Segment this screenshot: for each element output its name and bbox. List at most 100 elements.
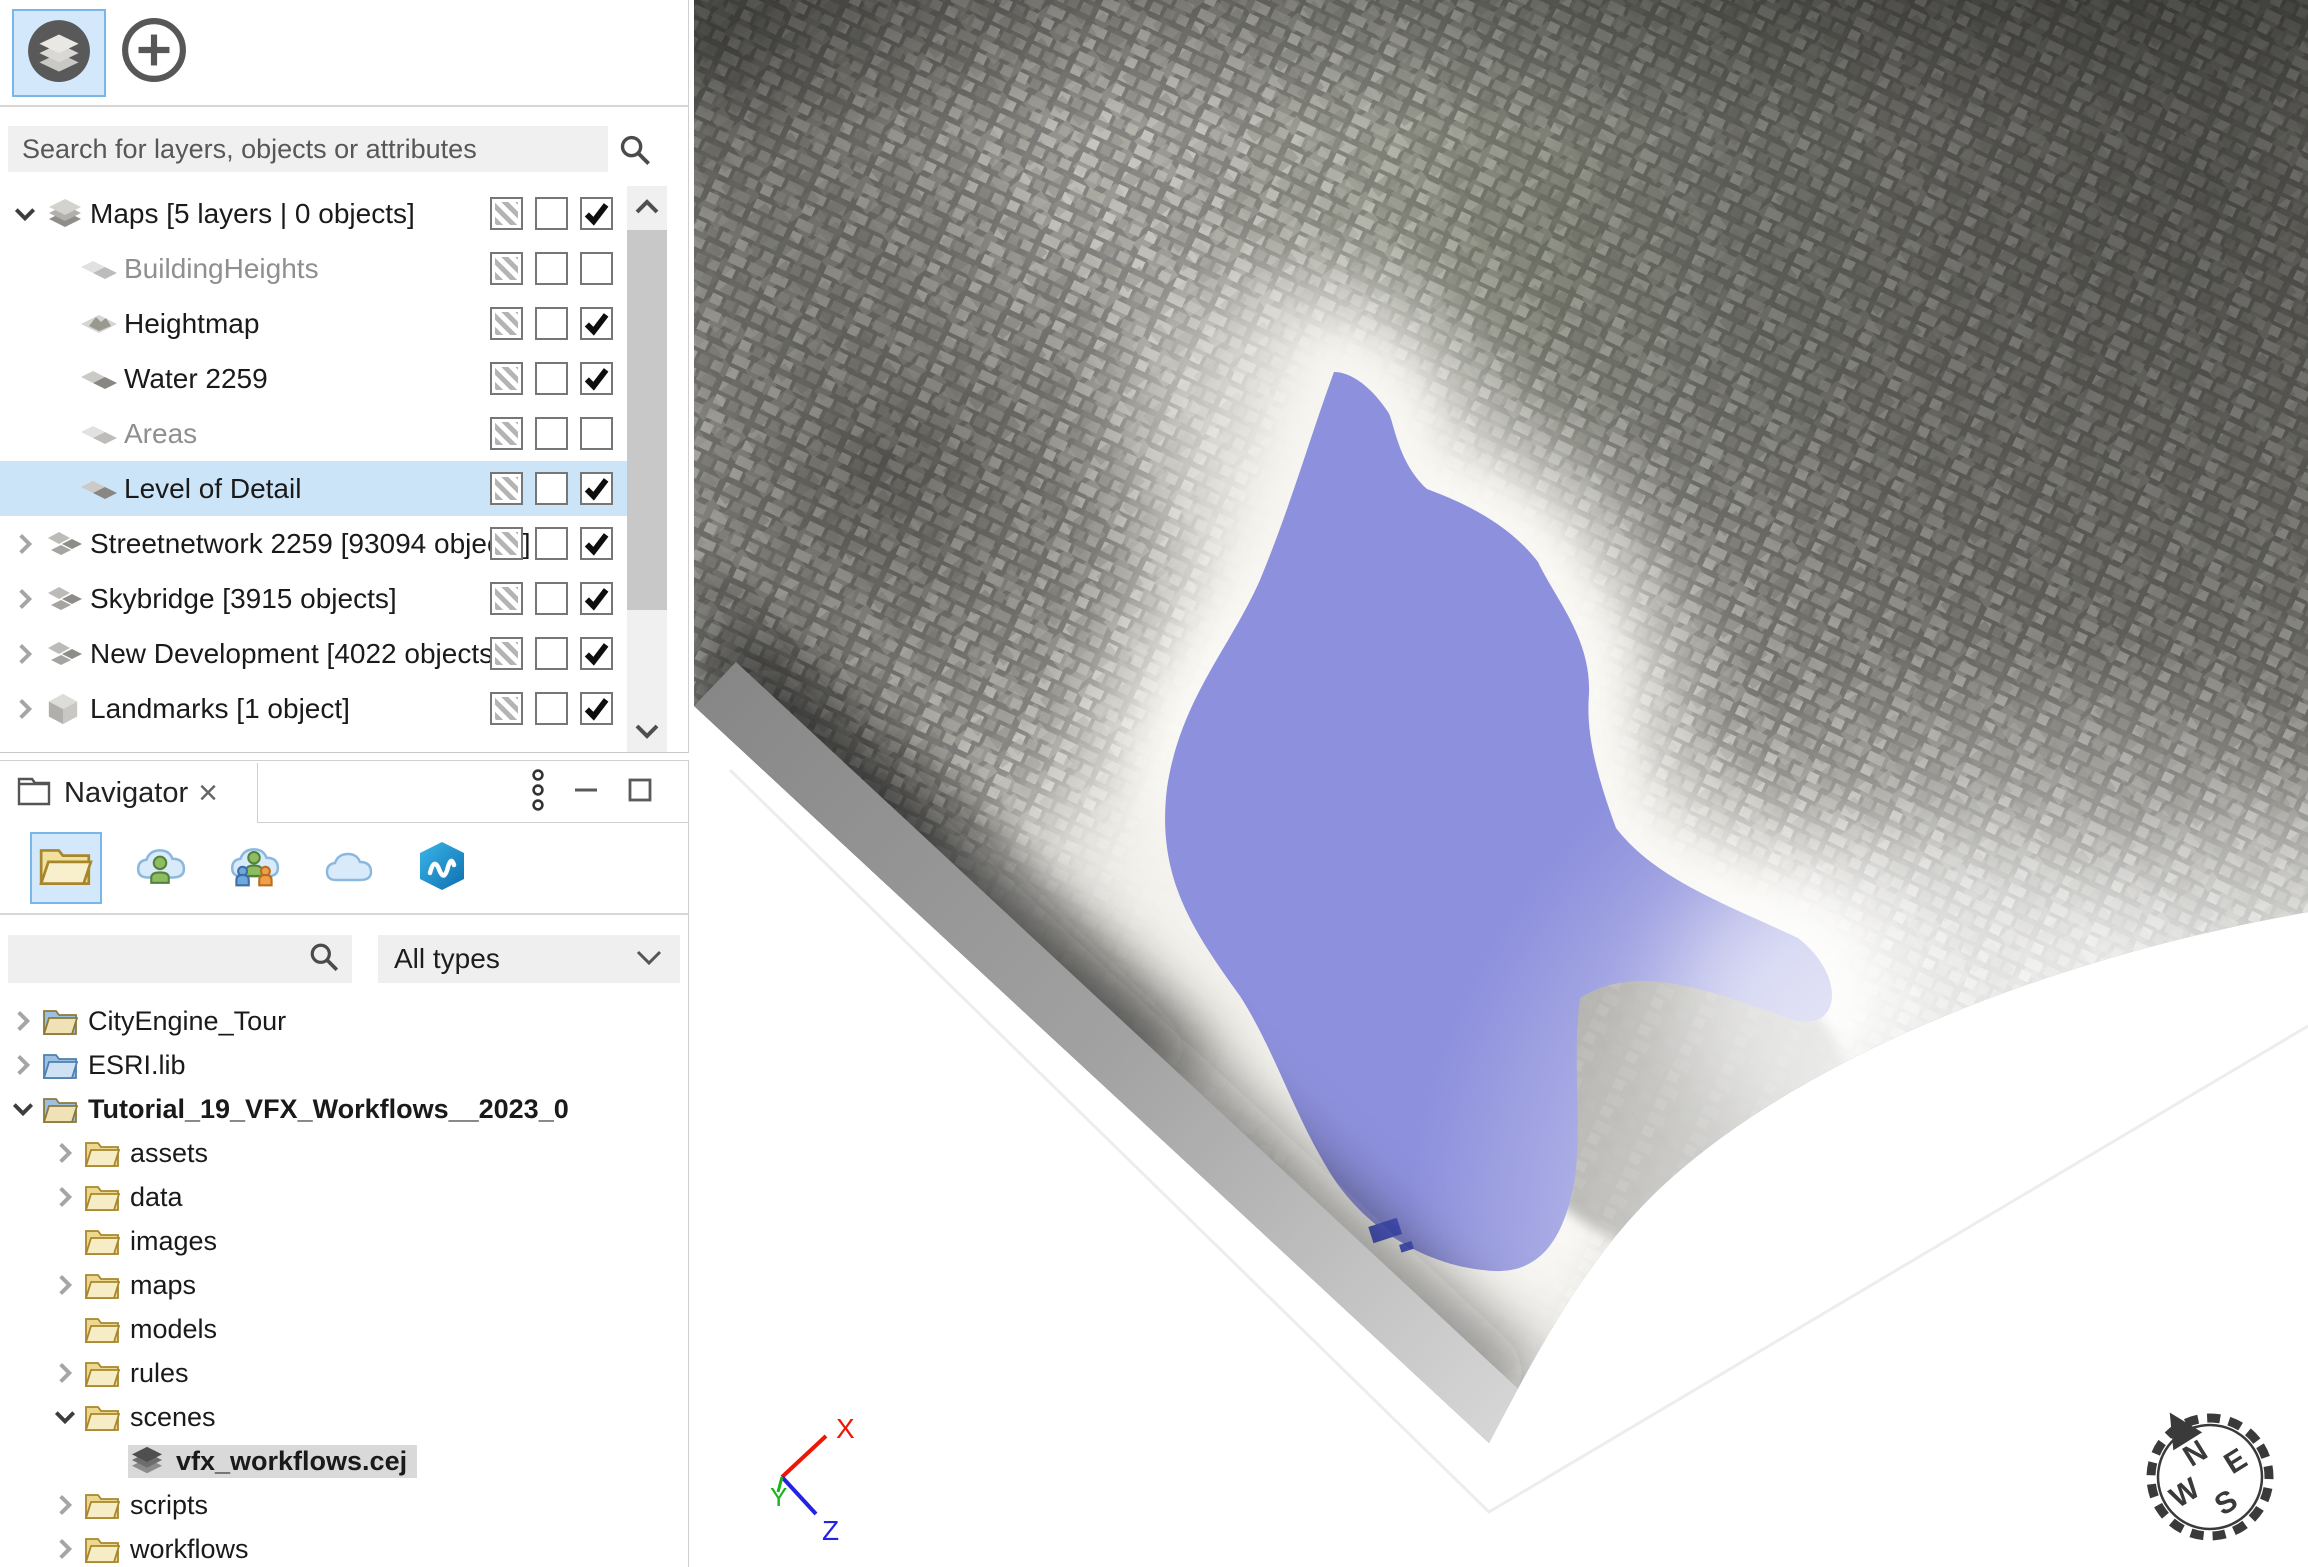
layer-row[interactable]: Areas — [0, 406, 627, 461]
navigator-search-input[interactable] — [0, 943, 308, 976]
minimize-button[interactable] — [572, 776, 600, 809]
expander-icon[interactable] — [10, 1008, 42, 1034]
maximize-button[interactable] — [626, 776, 654, 809]
select-checkbox[interactable] — [535, 527, 568, 560]
arcgis-online-button[interactable] — [406, 832, 478, 904]
scroll-down-button[interactable] — [627, 710, 667, 752]
selected-item-highlight: vfx_workflows.cej — [128, 1445, 417, 1478]
visibility-checkbox[interactable] — [580, 197, 613, 230]
select-checkbox[interactable] — [535, 307, 568, 340]
layer-row[interactable]: BuildingHeights — [0, 241, 627, 296]
tree-row[interactable]: ESRI.lib — [0, 1043, 688, 1087]
portal-groups-button[interactable] — [218, 832, 290, 904]
expander-icon[interactable] — [12, 529, 46, 559]
add-layer-button[interactable] — [120, 18, 188, 86]
expander-icon[interactable] — [12, 199, 46, 229]
tab-navigator[interactable]: Navigator × — [0, 763, 258, 823]
visibility-checkbox[interactable] — [580, 417, 613, 450]
expander-icon[interactable] — [52, 1272, 84, 1298]
mask-checkbox[interactable] — [490, 692, 523, 725]
navigator-file-tree: CityEngine_TourESRI.libTutorial_19_VFX_W… — [0, 999, 688, 1564]
folder-yellow-icon — [84, 1534, 124, 1564]
layer-checkboxes — [490, 307, 613, 340]
expander-icon[interactable] — [52, 1404, 84, 1430]
portal-group-icon — [226, 839, 282, 898]
layer-row[interactable]: Water 2259 — [0, 351, 627, 406]
tree-row[interactable]: scripts — [0, 1483, 688, 1527]
mask-checkbox[interactable] — [490, 307, 523, 340]
scroll-thumb[interactable] — [627, 230, 667, 610]
expander-icon[interactable] — [52, 1360, 84, 1386]
expander-icon[interactable] — [10, 1096, 42, 1122]
layer-row[interactable]: Landmarks [1 object] — [0, 681, 627, 736]
view-menu-button[interactable] — [530, 768, 546, 817]
layer-row[interactable]: Heightmap — [0, 296, 627, 351]
type-filter-select[interactable]: All types — [378, 935, 680, 983]
expander-icon[interactable] — [10, 1052, 42, 1078]
layer-tree: Maps [5 layers | 0 objects]BuildingHeigh… — [0, 186, 627, 752]
expander-icon[interactable] — [12, 694, 46, 724]
expander-icon[interactable] — [52, 1492, 84, 1518]
select-checkbox[interactable] — [535, 637, 568, 670]
select-checkbox[interactable] — [535, 582, 568, 615]
select-checkbox[interactable] — [535, 692, 568, 725]
mask-checkbox[interactable] — [490, 472, 523, 505]
tree-row[interactable]: CityEngine_Tour — [0, 999, 688, 1043]
expander-icon[interactable] — [12, 639, 46, 669]
mask-checkbox[interactable] — [490, 582, 523, 615]
select-checkbox[interactable] — [535, 197, 568, 230]
tree-row[interactable]: scenes — [0, 1395, 688, 1439]
visibility-checkbox[interactable] — [580, 472, 613, 505]
portal-cloud-button[interactable] — [312, 832, 384, 904]
file-navigator-button[interactable] — [30, 832, 102, 904]
tree-row[interactable]: workflows — [0, 1527, 688, 1564]
tab-label: Navigator — [64, 777, 188, 810]
tree-row[interactable]: Tutorial_19_VFX_Workflows__2023_0 — [0, 1087, 688, 1131]
tree-row[interactable]: images — [0, 1219, 688, 1263]
navigator-toolbar — [0, 823, 688, 915]
scene-scrollbar[interactable] — [627, 186, 667, 752]
visibility-checkbox[interactable] — [580, 637, 613, 670]
visibility-checkbox[interactable] — [580, 307, 613, 340]
layers-icon — [46, 197, 86, 231]
tree-row[interactable]: models — [0, 1307, 688, 1351]
visibility-checkbox[interactable] — [580, 692, 613, 725]
layer-row[interactable]: Streetnetwork 2259 [93094 objects] — [0, 516, 627, 571]
tree-row[interactable]: rules — [0, 1351, 688, 1395]
expander-icon[interactable] — [52, 1140, 84, 1166]
folder-mixed-icon — [42, 1006, 82, 1036]
tree-row[interactable]: vfx_workflows.cej — [0, 1439, 688, 1483]
tab-close-icon[interactable]: × — [198, 776, 218, 810]
layer-row[interactable]: New Development [4022 objects] — [0, 626, 627, 681]
select-checkbox[interactable] — [535, 252, 568, 285]
select-checkbox[interactable] — [535, 362, 568, 395]
scene-search-input[interactable] — [8, 126, 608, 172]
axis-y-label: Y — [770, 1482, 787, 1512]
mask-checkbox[interactable] — [490, 252, 523, 285]
layer-row[interactable]: Maps [5 layers | 0 objects] — [0, 186, 627, 241]
visibility-checkbox[interactable] — [580, 582, 613, 615]
expander-icon[interactable] — [52, 1184, 84, 1210]
select-checkbox[interactable] — [535, 472, 568, 505]
layer-row[interactable]: Level of Detail — [0, 461, 627, 516]
mask-checkbox[interactable] — [490, 527, 523, 560]
mask-checkbox[interactable] — [490, 197, 523, 230]
mask-checkbox[interactable] — [490, 417, 523, 450]
visibility-checkbox[interactable] — [580, 362, 613, 395]
tree-row[interactable]: assets — [0, 1131, 688, 1175]
visibility-checkbox[interactable] — [580, 527, 613, 560]
layer-row[interactable]: Skybridge [3915 objects] — [0, 571, 627, 626]
mask-checkbox[interactable] — [490, 637, 523, 670]
mask-checkbox[interactable] — [490, 362, 523, 395]
3d-viewport[interactable]: X Y Z N E S W — [694, 0, 2308, 1567]
visibility-checkbox[interactable] — [580, 252, 613, 285]
tree-row[interactable]: maps — [0, 1263, 688, 1307]
portal-content-button[interactable] — [124, 832, 196, 904]
expander-icon[interactable] — [12, 584, 46, 614]
tree-row[interactable]: data — [0, 1175, 688, 1219]
layer-tree-view-button[interactable] — [12, 9, 106, 97]
scroll-up-button[interactable] — [627, 186, 667, 228]
expander-icon[interactable] — [52, 1536, 84, 1562]
select-checkbox[interactable] — [535, 417, 568, 450]
navigator-search-box[interactable] — [8, 935, 352, 983]
